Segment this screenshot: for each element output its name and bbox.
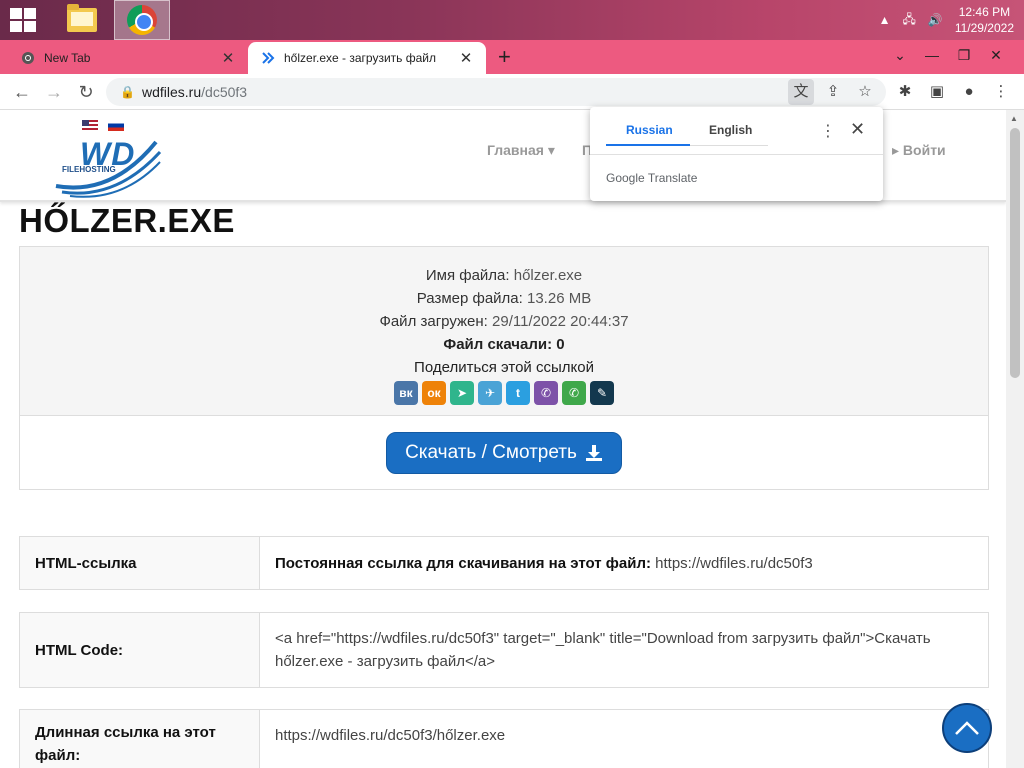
translate-separator [590,154,883,155]
translate-icon[interactable]: 文 [788,79,814,105]
long-link-label: Длинная ссылка на этот файл: [20,710,260,768]
clock-date: 11/29/2022 [954,21,1014,35]
windows-taskbar: ▲ 🖧 🔊 12:46 PM 11/29/2022 [0,0,1024,40]
vk-icon[interactable]: вк [394,381,418,405]
extensions-icon[interactable]: ✱ [892,79,918,105]
web-page: WD FILEHOSTING Главная ▾ П ▸ Войти HŐLZE… [0,110,1006,768]
share-icons-row: вк ок ➤ ✈ t ✆ ✆ ✎ [20,381,988,405]
file-explorer-taskbar-button[interactable] [54,0,110,40]
chevron-up-icon [955,721,979,735]
chrome-taskbar-button[interactable] [114,0,170,40]
clock-time: 12:46 PM [958,5,1011,19]
tab-new-tab[interactable]: New Tab ✕ [8,42,248,74]
translate-options-icon[interactable]: ⋮ [820,121,836,141]
download-button[interactable]: Скачать / Смотреть [386,432,622,474]
close-tab-icon[interactable]: ✕ [458,49,474,67]
twitter-icon[interactable]: t [506,381,530,405]
long-link-row: Длинная ссылка на этот файл: https://wdf… [19,709,989,768]
new-tab-button[interactable]: + [498,44,511,70]
translate-active-tab-indicator [606,144,690,146]
html-code-row: HTML Code: <a href="https://wdfiles.ru/d… [19,612,989,688]
english-flag-icon[interactable] [82,120,98,131]
wdfiles-favicon-icon [260,50,276,66]
html-link-label: HTML-ссылка [20,537,260,589]
chrome-icon [127,5,157,35]
download-button-label: Скачать / Смотреть [405,442,577,463]
restore-button[interactable]: ❐ [948,47,980,64]
russian-flag-icon[interactable] [108,120,124,131]
translate-tab-source[interactable]: Russian [626,123,673,137]
html-link-cell: Постоянная ссылка для скачивания на этот… [260,537,988,589]
system-clock[interactable]: 12:46 PM 11/29/2022 [955,4,1014,36]
sms-icon[interactable]: ➤ [450,381,474,405]
file-info-panel: Имя файла: hőlzer.exe Размер файла: 13.2… [20,247,988,416]
nav-login[interactable]: ▸ Войти [892,142,946,159]
translate-close-icon[interactable]: ✕ [850,119,865,140]
close-window-button[interactable]: ✕ [980,47,1012,64]
language-flags [82,120,124,131]
bookmark-star-icon[interactable]: ☆ [852,79,878,105]
html-code-label: HTML Code: [20,613,260,687]
whatsapp-icon[interactable]: ✆ [562,381,586,405]
scrollbar-thumb[interactable] [1010,128,1020,378]
close-tab-icon[interactable]: ✕ [220,49,236,67]
tab-label: hőlzer.exe - загрузить файл [284,51,436,65]
file-info-box: Имя файла: hőlzer.exe Размер файла: 13.2… [19,246,989,490]
share-heading: Поделиться этой ссылкой [414,359,594,376]
telegram-icon[interactable]: ✈ [478,381,502,405]
scroll-to-top-button[interactable] [942,703,992,753]
system-tray: ▲ 🖧 🔊 12:46 PM 11/29/2022 [879,0,1014,40]
download-count: Файл скачали: 0 [443,336,565,353]
logo-subtext: FILEHOSTING [62,165,116,174]
browser-tabstrip: New Tab ✕ hőlzer.exe - загрузить файл ✕ [0,40,1024,74]
html-link-value[interactable]: https://wdfiles.ru/dc50f3 [655,555,813,572]
share-icon[interactable]: ⇪ [820,79,846,105]
html-link-row: HTML-ссылка Постоянная ссылка для скачив… [19,536,989,590]
translate-popup: Russian English ⋮ ✕ Google Translate [590,107,883,201]
chrome-favicon-icon [20,50,36,66]
file-size-value: 13.26 MB [527,290,592,307]
lock-icon[interactable]: 🔒 [120,85,135,99]
windows-start-button[interactable] [10,8,36,32]
html-code-value[interactable]: <a href="https://wdfiles.ru/dc50f3" targ… [260,613,988,687]
translate-tab-target[interactable]: English [709,123,752,137]
window-controls: ⌄ — ❐ ✕ [884,40,1012,70]
nav-home[interactable]: Главная ▾ [487,142,555,159]
file-name-value: hőlzer.exe [513,267,583,284]
kebab-menu-icon[interactable]: ⋮ [988,79,1014,105]
side-panel-icon[interactable]: ▣ [924,79,950,105]
page-scrollbar[interactable]: ▲ [1006,110,1024,768]
file-uploaded-row: Файл загружен: 29/11/2022 20:44:37 [379,313,629,330]
url-path: /dc50f3 [201,84,248,100]
download-icon [585,445,602,461]
tray-chevron-icon[interactable]: ▲ [879,13,891,27]
nav-login-label: Войти [902,142,946,158]
address-bar[interactable]: 🔒 wdfiles.ru/dc50f3 [106,78,886,106]
folder-icon [67,4,97,32]
viber-icon[interactable]: ✆ [534,381,558,405]
file-size-row: Размер файла: 13.26 MB [416,290,592,307]
tab-search-chevron-icon[interactable]: ⌄ [884,47,916,64]
site-logo[interactable]: WD FILEHOSTING [52,134,162,198]
volume-icon[interactable]: 🔊 [928,13,943,27]
scroll-up-arrow-icon[interactable]: ▲ [1010,114,1018,123]
page-title: HŐLZER.EXE [19,202,235,239]
html-link-prefix: Постоянная ссылка для скачивания на этот… [275,554,651,572]
network-icon[interactable]: 🖧 [902,10,915,31]
file-name-row: Имя файла: hőlzer.exe [425,267,583,284]
forward-button[interactable]: → [42,80,66,104]
url-host: wdfiles.ru [142,84,202,100]
profile-avatar-icon[interactable]: ● [956,79,982,105]
tab-label: New Tab [44,51,91,65]
browser-toolbar: ← → ↻ 🔒 wdfiles.ru/dc50f3 文 ⇪ ☆ ✱ ▣ ● ⋮ [0,74,1024,110]
tab-wdfiles[interactable]: hőlzer.exe - загрузить файл ✕ [248,42,486,74]
odnoklassniki-icon[interactable]: ок [422,381,446,405]
reload-button[interactable]: ↻ [74,80,98,104]
translate-brand: Google Translate [606,171,698,185]
long-link-value[interactable]: https://wdfiles.ru/dc50f3/hőlzer.exe [260,710,988,768]
livejournal-icon[interactable]: ✎ [590,381,614,405]
file-uploaded-value: 29/11/2022 20:44:37 [492,313,629,330]
minimize-button[interactable]: — [916,47,948,63]
back-button[interactable]: ← [10,80,34,104]
